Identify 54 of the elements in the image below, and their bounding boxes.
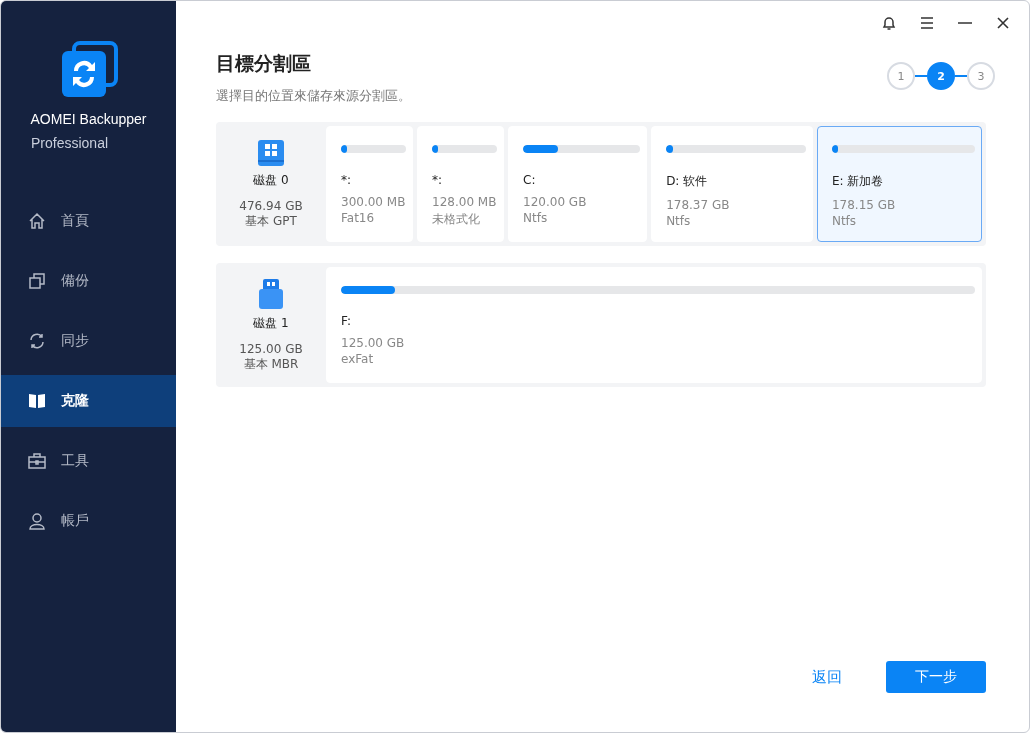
next-button[interactable]: 下一步 [886, 661, 986, 693]
partition-card[interactable]: *: 128.00 MB 未格式化 [417, 126, 505, 242]
sidebar-item[interactable]: 備份 [1, 255, 176, 307]
partition-filesystem: Ntfs [523, 211, 549, 225]
disk-type: 基本 GPT [245, 213, 297, 230]
sidebar-item[interactable]: 首頁 [1, 195, 176, 247]
partition-filesystem: Fat16 [341, 211, 376, 225]
sidebar-item[interactable]: 同步 [1, 315, 176, 367]
sidebar-item[interactable]: 帳戶 [1, 495, 176, 547]
disk-size: 476.94 GB [239, 199, 303, 213]
partition-filesystem: exFat [341, 352, 375, 366]
sidebar-item[interactable]: 克隆 [1, 375, 176, 427]
partition-size: 128.00 MB [432, 195, 498, 209]
partition-size: 120.00 GB [523, 195, 588, 209]
partition-size: 300.00 MB [341, 195, 407, 209]
disk-size: 125.00 GB [239, 342, 303, 356]
partition-size: 178.15 GB [831, 198, 897, 212]
partition-filesystem: 未格式化 [432, 211, 482, 228]
drive-icon [256, 138, 286, 168]
partition-name: D: 软件 [666, 173, 709, 190]
step-indicator: 1 [887, 62, 915, 90]
copy-icon [27, 271, 47, 291]
disk-name: 磁盘 1 [253, 315, 289, 332]
disk-type: 基本 MBR [243, 356, 299, 373]
book-icon [27, 391, 47, 411]
partition-card[interactable]: D: 软件 178.37 GB Ntfs [651, 126, 813, 242]
app-edition: Professional [31, 135, 109, 151]
partition-size: 178.37 GB [666, 198, 731, 212]
back-button[interactable]: 返回 [808, 663, 846, 691]
partition-filesystem: Ntfs [666, 214, 692, 228]
partition-name: E: 新加卷 [831, 173, 885, 190]
disk-name: 磁盘 0 [253, 172, 289, 189]
toolbox-icon [27, 451, 47, 471]
partition-filesystem: Ntfs [831, 214, 858, 228]
step-indicator: 2 [927, 62, 955, 90]
home-icon [27, 211, 47, 231]
partition-name: *: [432, 173, 444, 187]
app-name: AOMEI Backupper [30, 111, 147, 127]
partition-size: 125.00 GB [341, 336, 406, 350]
partition-card[interactable]: C: 120.00 GB Ntfs [508, 126, 648, 242]
app-logo-icon [59, 41, 118, 99]
partition-card[interactable]: E: 新加卷 178.15 GB Ntfs [816, 126, 982, 242]
partition-card[interactable]: F: 125.00 GB exFat [326, 267, 982, 383]
partition-card[interactable]: *: 300.00 MB Fat16 [326, 126, 414, 242]
partition-name: C: [523, 173, 537, 187]
page-title: 目標分割區 [216, 51, 312, 76]
sync-icon [27, 331, 47, 351]
partition-name: F: [341, 314, 352, 328]
sidebar-item[interactable]: 工具 [1, 435, 176, 487]
page-subtitle: 選擇目的位置來儲存來源分割區。 [216, 87, 411, 105]
user-icon [27, 511, 47, 531]
step-indicator: 3 [967, 62, 995, 90]
usb-drive-icon [256, 277, 286, 311]
partition-name: *: [341, 173, 353, 187]
